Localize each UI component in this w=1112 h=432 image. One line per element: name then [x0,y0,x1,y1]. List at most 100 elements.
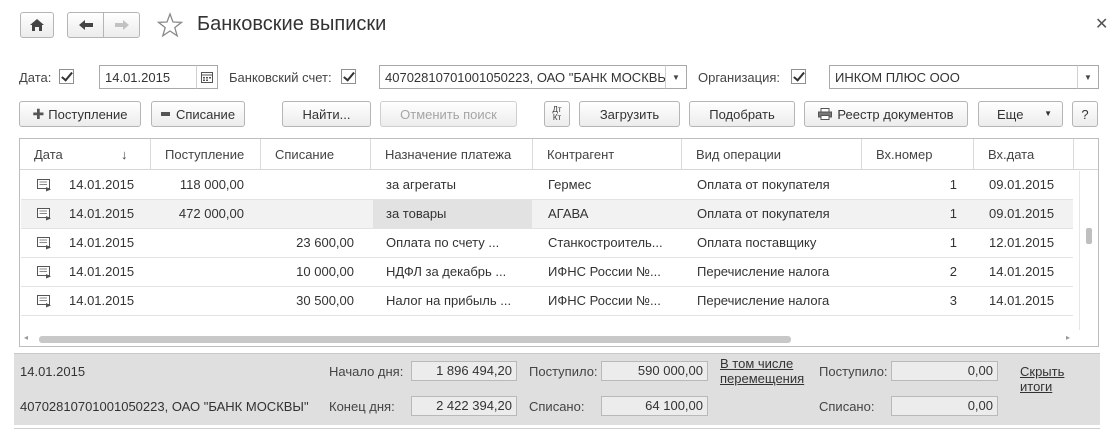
cell-purpose: за товары [386,206,447,221]
cell-operation: Оплата от покупателя [697,206,830,221]
col-counterparty[interactable]: Контрагент [533,139,682,170]
start-of-day-label: Начало дня: [329,364,404,379]
spent-transfers-value: 0,00 [891,396,998,416]
account-dropdown[interactable]: ▼ [665,65,687,89]
more-label: Еще [997,106,1024,122]
cell-in-number: 1 [949,235,957,250]
add-expense-label: Списание [175,106,236,122]
cell-in-date: 14.01.2015 [989,264,1055,279]
cell-operation: Оплата поставщику [697,235,817,250]
start-of-day-value: 1 896 494,20 [411,361,517,381]
dt-kt-icon: Дт Кт [552,105,562,122]
document-icon [37,295,51,308]
cell-purpose: НДФЛ за декабрь ... [386,264,507,279]
org-checkbox[interactable] [791,69,806,84]
account-checkbox[interactable] [341,69,356,84]
end-of-day-value: 2 422 394,20 [411,396,517,416]
cell-counterparty: ИФНС России №... [548,293,661,308]
col-date[interactable]: Дата ↓ [20,139,151,170]
col-operation[interactable]: Вид операции [682,139,862,170]
document-icon [37,237,51,250]
account-field[interactable]: 40702810701001050223, ОАО "БАНК МОСКВЫ" [379,65,666,89]
transfers-link[interactable]: В том числе перемещения [720,356,804,386]
sort-arrow-icon: ↓ [121,147,128,162]
table-row[interactable]: 14.01.2015 118 000,00 за агрегаты Гермес… [21,171,1073,200]
document-icon [37,266,51,279]
cell-purpose: Налог на прибыль ... [386,293,512,308]
org-dropdown[interactable]: ▼ [1077,65,1099,89]
cell-operation: Перечисление налога [697,264,830,279]
account-label: Банковский счет: [229,70,332,85]
cell-operation: Перечисление налога [697,293,830,308]
bottom-divider [14,428,1100,429]
summary-panel: 14.01.2015 40702810701001050223, ОАО "БА… [14,353,1100,425]
minus-icon [160,112,170,116]
cell-in-number: 3 [949,293,957,308]
col-income[interactable]: Поступление [151,139,261,170]
cell-date: 14.01.2015 [69,293,135,308]
document-icon [37,179,51,192]
cell-in-date: 14.01.2015 [989,293,1055,308]
load-button[interactable]: Загрузить [579,101,680,127]
scroll-left-icon[interactable]: ◂ [24,333,28,342]
cell-operation: Оплата от покупателя [697,177,830,192]
received-value: 590 000,00 [601,361,708,381]
cell-date: 14.01.2015 [69,206,135,221]
more-button[interactable]: Еще ▼ [978,101,1063,127]
cell-expense [261,171,354,199]
horizontal-scrollbar[interactable]: ◂ ▸ [20,332,1079,346]
date-checkbox[interactable] [59,69,74,84]
calendar-button[interactable] [196,65,218,89]
add-income-button[interactable]: ✚ Поступление [19,101,141,127]
vertical-scroll-thumb[interactable] [1086,228,1092,244]
back-button[interactable] [67,12,104,38]
spent-value: 64 100,00 [601,396,708,416]
cell-expense: 10 000,00 [296,264,354,279]
col-expense[interactable]: Списание [261,139,371,170]
dt-kt-button[interactable]: Дт Кт [544,101,570,127]
received-transfers-value: 0,00 [891,361,998,381]
summary-account: 40702810701001050223, ОАО "БАНК МОСКВЫ" [20,399,309,414]
cancel-search-button[interactable]: Отменить поиск [380,101,517,127]
col-in-number[interactable]: Вх.номер [862,139,974,170]
cell-in-number: 2 [949,264,957,279]
org-field[interactable]: ИНКОМ ПЛЮС ООО [829,65,1078,89]
col-purpose[interactable]: Назначение платежа [371,139,533,170]
cell-in-date: 09.01.2015 [989,177,1055,192]
registry-button[interactable]: Реестр документов [804,101,968,127]
cell-income: 118 000,00 [179,177,244,192]
scroll-right-icon[interactable]: ▸ [1066,333,1070,342]
add-income-label: Поступление [48,106,128,122]
cell-in-date: 12.01.2015 [989,235,1055,250]
table-row[interactable]: 14.01.2015 10 000,00 НДФЛ за декабрь ...… [21,258,1073,287]
home-icon [30,19,44,31]
spent-transfers-label: Списано: [819,399,875,414]
spent-label: Списано: [529,399,585,414]
cell-counterparty: АГАВА [548,206,589,221]
date-field[interactable]: 14.01.2015 [99,65,197,89]
cell-income [151,258,244,286]
vertical-scrollbar[interactable] [1079,171,1098,330]
page-title: Банковские выписки [197,13,387,35]
col-in-date[interactable]: Вх.дата [974,139,1074,170]
cell-counterparty: ИФНС России №... [548,264,661,279]
hide-totals-link[interactable]: Скрыть итоги [1020,364,1100,394]
favorite-star-icon[interactable] [156,12,184,38]
registry-label: Реестр документов [837,106,954,122]
cell-date: 14.01.2015 [69,264,135,279]
received-transfers-label: Поступило: [819,364,888,379]
select-button[interactable]: Подобрать [689,101,795,127]
find-button[interactable]: Найти... [282,101,371,127]
cell-date: 14.01.2015 [69,177,135,192]
forward-button[interactable] [103,12,140,38]
horizontal-scroll-thumb[interactable] [39,336,791,343]
add-expense-button[interactable]: Списание [151,101,245,127]
table-row[interactable]: 14.01.2015 472 000,00 за товары АГАВА Оп… [21,200,1073,229]
cell-purpose: Оплата по счету ... [386,235,500,250]
table-row[interactable]: 14.01.2015 30 500,00 Налог на прибыль ..… [21,287,1073,316]
help-button[interactable]: ? [1072,101,1098,127]
home-button[interactable] [20,12,54,38]
close-icon[interactable]: ✕ [1095,14,1108,34]
cell-income: 472 000,00 [178,206,244,221]
table-row[interactable]: 14.01.2015 23 600,00 Оплата по счету ...… [21,229,1073,258]
